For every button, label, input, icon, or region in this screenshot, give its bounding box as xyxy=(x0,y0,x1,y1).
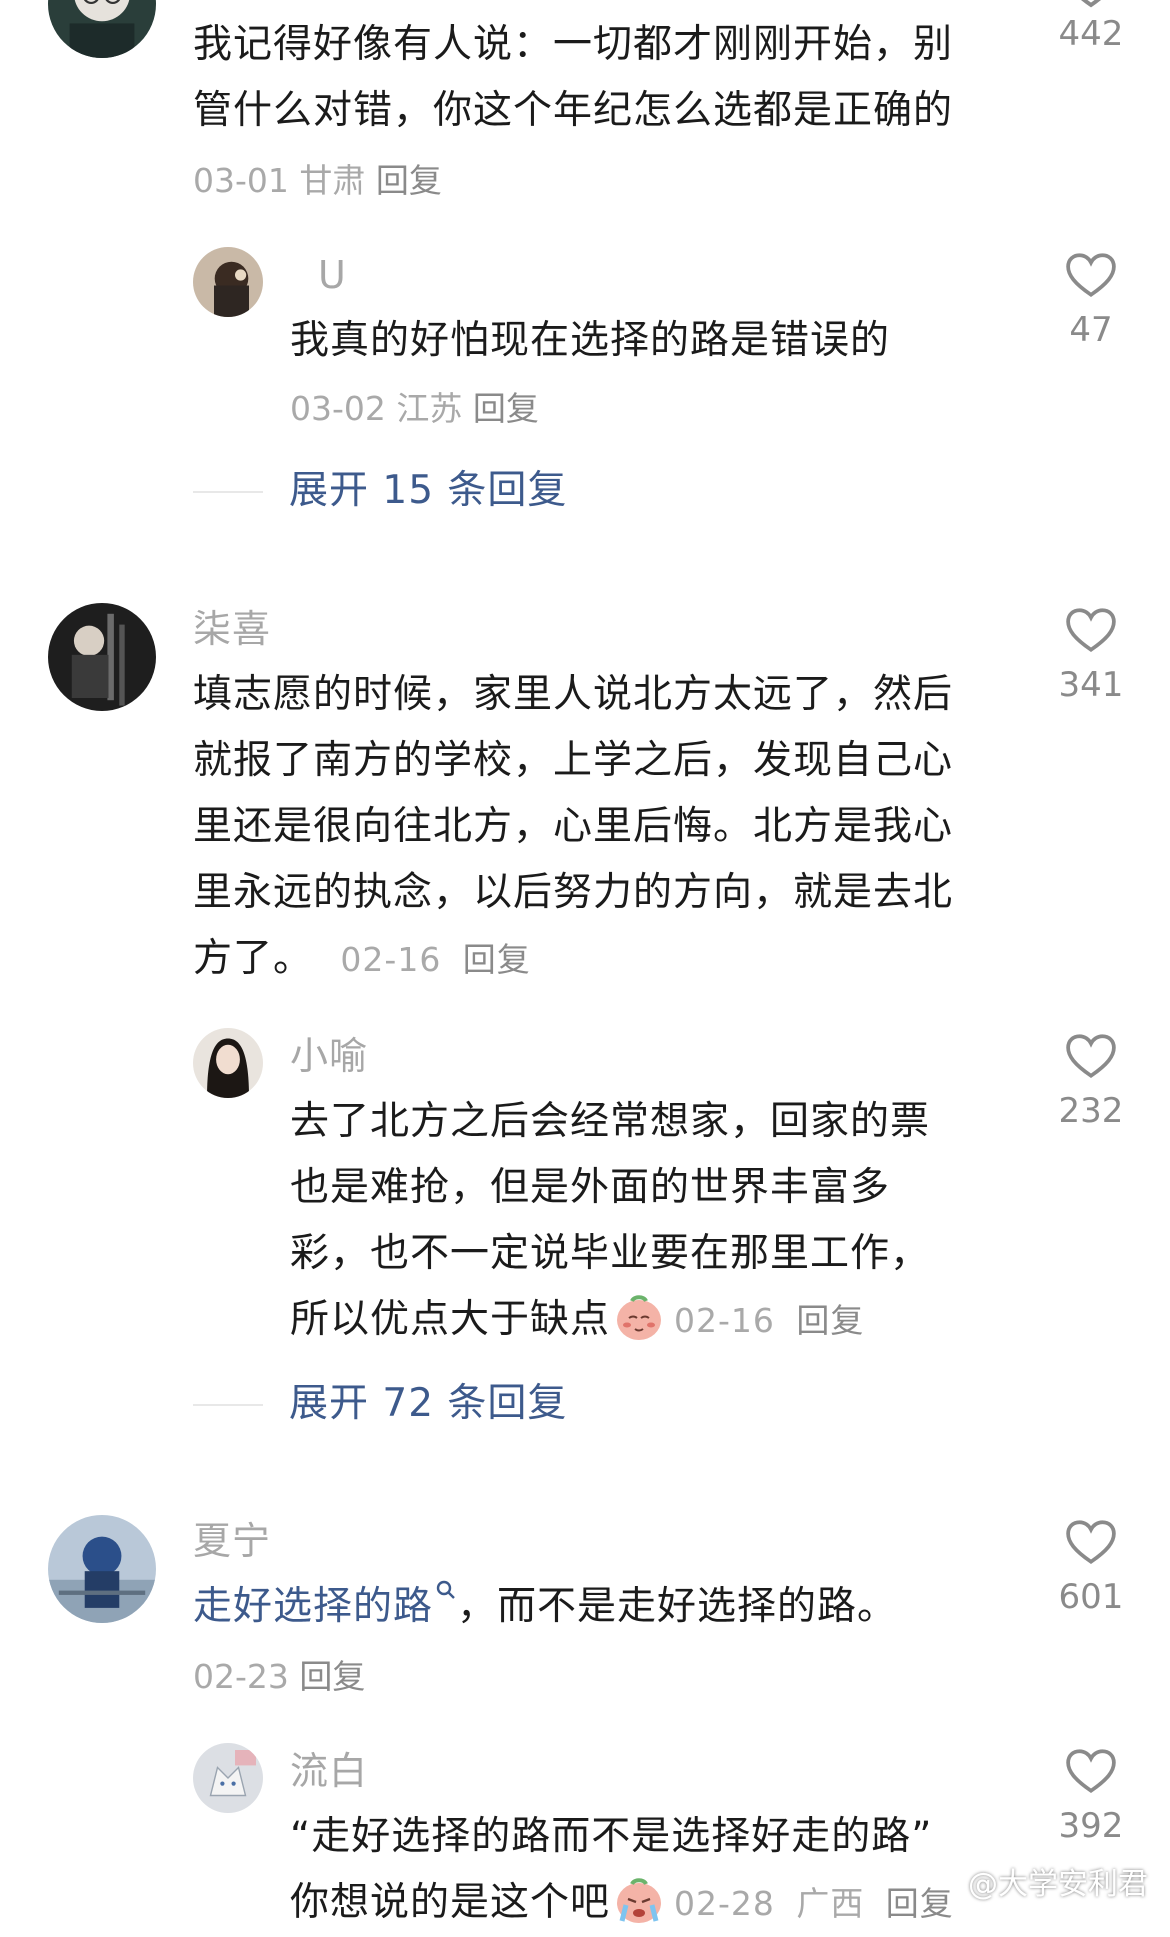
avatar[interactable] xyxy=(193,1028,263,1098)
avatar-image xyxy=(48,1515,156,1623)
reply-text-tail: 所以优点大于缺点 xyxy=(290,1297,611,1342)
comment-text-rest: ，而不是走好选择的路。 xyxy=(457,1584,898,1629)
comment-text-line: 走好选择的路 ，而不是走好选择的路。 xyxy=(193,1574,897,1640)
expand-replies-label[interactable]: 展开 15 条回复 xyxy=(289,461,567,521)
avatar[interactable] xyxy=(48,603,156,711)
like-button[interactable]: 341 xyxy=(1036,607,1146,709)
avatar-image xyxy=(48,0,156,58)
reply-button[interactable]: 回复 xyxy=(463,940,531,979)
avatar-image xyxy=(193,1028,263,1098)
comment-username[interactable]: 夏宁 xyxy=(193,1516,271,1566)
like-count: 47 xyxy=(1069,310,1113,350)
avatar[interactable] xyxy=(48,0,156,58)
search-link[interactable]: 走好选择的路 xyxy=(193,1584,433,1629)
comment-date: 02-23 xyxy=(193,1657,289,1696)
like-count: 442 xyxy=(1058,14,1124,54)
reply-date: 02-16 xyxy=(674,1301,775,1340)
comment-text-line: 里还是很向往北方，心里后悔。北方是我心 xyxy=(193,804,954,849)
like-button[interactable]: 601 xyxy=(1036,1519,1146,1621)
reply-text-line: 彩，也不一定说毕业要在那里工作， xyxy=(290,1231,931,1276)
reply-text-line: “走好选择的路而不是选择好走的路” xyxy=(290,1814,933,1859)
like-button[interactable]: 47 xyxy=(1036,252,1146,354)
comment-text-line: 填志愿的时候，家里人说北方太远了，然后 xyxy=(193,672,954,717)
heart-icon xyxy=(1066,1520,1116,1565)
comment-text-line: 里永远的执念，以后努力的方向，就是去北 xyxy=(193,870,954,915)
reply-button[interactable]: 回复 xyxy=(796,1301,864,1340)
like-count: 392 xyxy=(1058,1806,1124,1846)
avatar[interactable] xyxy=(193,247,263,317)
reply-date: 03-02 xyxy=(290,389,386,428)
expand-replies-label[interactable]: 展开 72 条回复 xyxy=(289,1374,567,1434)
reply-meta: 03-02 江苏 回复 xyxy=(290,384,539,434)
reply-button[interactable]: 回复 xyxy=(473,389,539,428)
reply-username[interactable]: U xyxy=(318,250,347,300)
search-icon[interactable] xyxy=(435,1579,457,1601)
reply-text-line: 所以优点大于缺点 02-16 回复 xyxy=(290,1287,864,1354)
comment-location: 甘肃 xyxy=(299,161,366,200)
reply-button[interactable]: 回复 xyxy=(886,1884,954,1923)
reply-location: 江苏 xyxy=(396,389,463,428)
reply-text-line: 也是难抢，但是外面的世界丰富多 xyxy=(290,1165,891,1210)
crying-face-emoji xyxy=(617,1878,662,1923)
heart-icon[interactable] xyxy=(1066,0,1116,8)
heart-icon xyxy=(1066,253,1116,298)
comment-date: 02-16 xyxy=(340,940,442,979)
heart-icon xyxy=(1066,608,1116,653)
reply-text-line: 你想说的是这个吧 02-28 广西 回复 xyxy=(290,1870,954,1937)
avatar-image xyxy=(193,247,263,317)
reply-location: 广西 xyxy=(796,1884,865,1923)
avatar[interactable] xyxy=(48,1515,156,1623)
reply-username[interactable]: 小喻 xyxy=(290,1031,368,1081)
reply-text-line: 我真的好怕现在选择的路是错误的 xyxy=(290,318,891,363)
comment-meta: 02-23 回复 xyxy=(193,1652,365,1702)
comment-text-line: 我记得好像有人说：一切都才刚刚开始，别 xyxy=(193,22,954,67)
avatar-image xyxy=(193,1743,263,1813)
reply-button[interactable]: 回复 xyxy=(299,1657,365,1696)
comment-username[interactable]: 柒喜 xyxy=(193,604,271,654)
like-count: 601 xyxy=(1058,1577,1124,1617)
heart-icon xyxy=(1066,1749,1116,1794)
reply-date: 02-28 xyxy=(674,1884,775,1923)
like-count: 232 xyxy=(1058,1091,1124,1131)
reply-text-tail: 你想说的是这个吧 xyxy=(290,1880,611,1925)
like-button[interactable]: 442 xyxy=(1036,0,1146,58)
comment-text-line: 就报了南方的学校，上学之后，发现自己心 xyxy=(193,738,954,783)
like-button[interactable]: 232 xyxy=(1036,1033,1146,1135)
reply-button[interactable]: 回复 xyxy=(376,161,442,200)
comment-date: 03-01 xyxy=(193,161,289,200)
avatar-image xyxy=(48,603,156,711)
heart-icon xyxy=(1066,1034,1116,1079)
reply-text-line: 去了北方之后会经常想家，回家的票 xyxy=(290,1099,931,1144)
like-button[interactable]: 392 xyxy=(1036,1748,1146,1850)
divider-line xyxy=(193,1404,263,1406)
avatar[interactable] xyxy=(193,1743,263,1813)
shy-face-emoji xyxy=(617,1295,662,1340)
reply-username[interactable]: 流白 xyxy=(290,1746,368,1796)
comment-text-line: 管什么对错，你这个年纪怎么选都是正确的 xyxy=(193,88,954,133)
like-count: 341 xyxy=(1058,665,1124,705)
watermark: @大学安利君 xyxy=(968,1867,1148,1902)
divider-line xyxy=(193,491,263,493)
comment-text-line: 方了。 02-16 回复 xyxy=(193,926,531,993)
comment-text-tail: 方了。 xyxy=(193,936,314,981)
comment-meta: 03-01 甘肃 回复 xyxy=(193,156,442,206)
